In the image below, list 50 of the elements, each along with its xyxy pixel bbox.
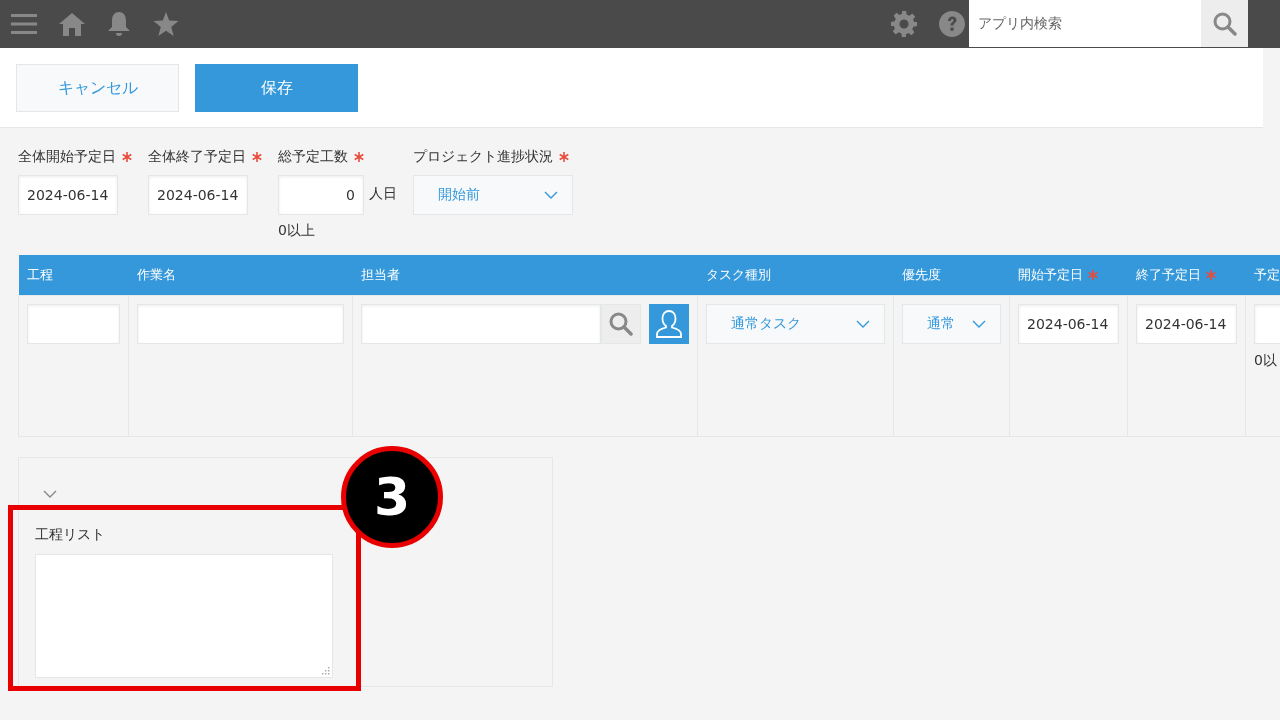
user-icon: [655, 309, 683, 339]
number-field[interactable]: 0: [278, 175, 364, 215]
text-field[interactable]: [137, 304, 344, 344]
app-search-field[interactable]: アプリ内検索: [969, 0, 1248, 47]
column-header: 開始予定日: [1009, 255, 1128, 296]
chevron-down-icon: [856, 320, 870, 328]
menu-icon[interactable]: [11, 12, 37, 36]
field-label: プロジェクト進捗状況: [413, 148, 553, 166]
required-asterisk-icon: [1087, 270, 1098, 280]
date-field[interactable]: 2024-06-14: [1018, 304, 1119, 344]
text-field[interactable]: [27, 304, 120, 344]
required-asterisk-icon: [354, 152, 364, 162]
search-icon: [1212, 11, 1237, 36]
field-label: 全体終了予定日: [148, 148, 246, 166]
field-label: 全体開始予定日: [18, 148, 116, 166]
required-asterisk-icon: [122, 152, 132, 162]
unit-label: 人日: [369, 185, 397, 203]
field-label: 工程リスト: [35, 526, 105, 544]
field-label: 総予定工数: [278, 148, 348, 166]
chevron-down-icon: [544, 191, 558, 199]
help-icon[interactable]: [939, 11, 965, 37]
column-header: 予定: [1245, 255, 1280, 296]
save-button[interactable]: 保存: [195, 64, 358, 112]
required-asterisk-icon: [1205, 270, 1216, 280]
chevron-down-icon: [972, 320, 986, 328]
home-icon[interactable]: [59, 12, 85, 36]
column-header: 工程: [18, 255, 129, 296]
column-header: タスク種別: [697, 255, 894, 296]
user-select-button[interactable]: [649, 304, 689, 344]
column-header: 終了予定日: [1127, 255, 1246, 296]
star-icon[interactable]: [153, 12, 179, 36]
bell-icon[interactable]: [107, 11, 131, 37]
column-header: 担当者: [352, 255, 698, 296]
date-field[interactable]: 2024-06-14: [148, 175, 248, 215]
date-field[interactable]: 2024-06-14: [18, 175, 118, 215]
hint-text: 0以: [1254, 352, 1278, 370]
search-button[interactable]: [601, 304, 641, 344]
search-icon: [609, 312, 633, 336]
column-header: 優先度: [893, 255, 1010, 296]
chevron-down-icon[interactable]: [43, 490, 57, 498]
user-search-field[interactable]: [361, 304, 601, 344]
required-asterisk-icon: [559, 152, 569, 162]
column-header: 作業名: [128, 255, 353, 296]
step-number-badge: 3: [341, 446, 443, 548]
required-asterisk-icon: [252, 152, 262, 162]
search-button[interactable]: [1201, 0, 1248, 47]
settings-icon[interactable]: [891, 11, 917, 37]
date-field[interactable]: 2024-06-14: [1136, 304, 1237, 344]
resize-grip-icon[interactable]: [322, 667, 330, 675]
hint-text: 0以上: [278, 222, 316, 240]
